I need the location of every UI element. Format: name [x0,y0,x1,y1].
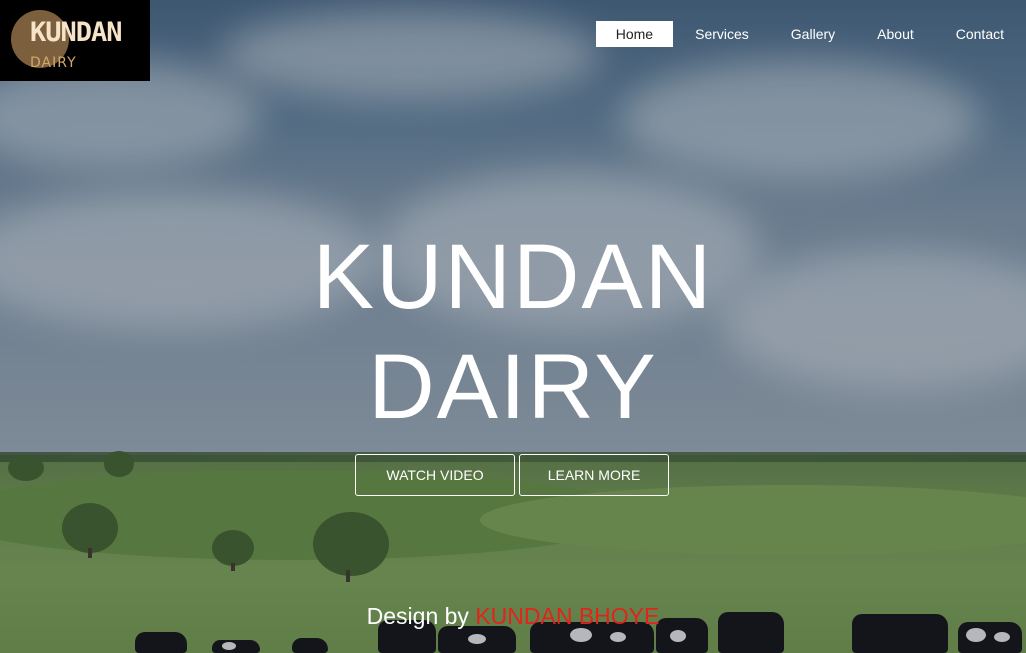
nav-item-about[interactable]: About [857,21,934,47]
main-nav: Home Services Gallery About Contact [595,20,1026,47]
brand-logo[interactable]: KUNDAN DAIRY [0,0,150,81]
nav-item-services[interactable]: Services [675,21,769,47]
nav-item-contact[interactable]: Contact [936,21,1024,47]
logo-subtitle: DAIRY [30,55,77,71]
hero-title-line2: DAIRY [368,336,658,438]
credit-prefix: Design by [366,603,469,629]
learn-more-button[interactable]: LEARN MORE [519,454,669,496]
design-credit: Design by KUNDAN BHOYE [0,603,1026,630]
credit-author: KUNDAN BHOYE [475,603,660,629]
watch-video-button[interactable]: WATCH VIDEO [355,454,515,496]
logo-title: KUNDAN [30,17,123,48]
hero-title-line1: KUNDAN [312,226,714,328]
nav-item-gallery[interactable]: Gallery [771,21,855,47]
nav-item-home[interactable]: Home [595,20,674,47]
